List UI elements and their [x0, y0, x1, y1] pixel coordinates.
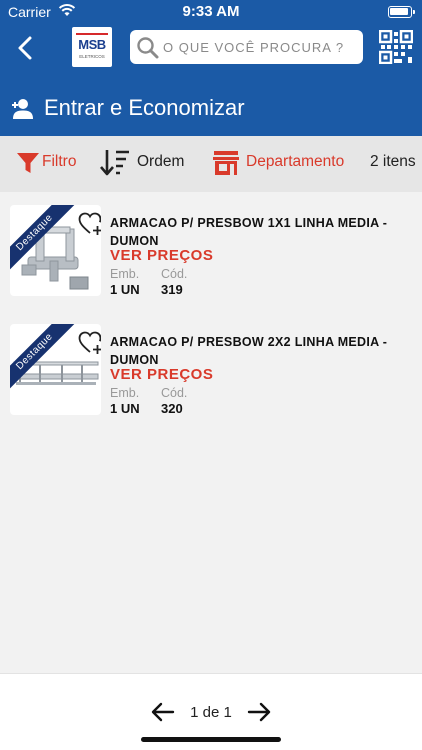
search-placeholder: O QUE VOCÊ PROCURA ? — [163, 40, 345, 55]
heart-plus-icon[interactable] — [78, 330, 101, 356]
product-name[interactable]: ARMACAO P/ PRESBOW 2X2 LINHA MEDIA - DUM… — [110, 333, 415, 369]
logo-stripe — [76, 33, 108, 35]
product-name[interactable]: ARMACAO P/ PRESBOW 1X1 LINHA MEDIA - DUM… — [110, 214, 415, 250]
filter-bar: Filtro Ordem Departamento 2 itens — [0, 136, 422, 192]
product-image[interactable]: Destaque — [10, 205, 101, 296]
qr-code-button[interactable] — [378, 29, 414, 65]
page-indicator: 1 de 1 — [190, 704, 232, 721]
pack-label: Emb. — [110, 386, 140, 400]
search-input[interactable]: O QUE VOCÊ PROCURA ? — [130, 30, 363, 64]
product-card[interactable]: Destaque ARMACAO P/ PRESBOW 1X1 LINHA ME… — [0, 205, 422, 305]
logo-text: MSB — [78, 37, 106, 52]
pack-value: 1 UN — [110, 401, 140, 416]
see-prices-link[interactable]: VER PREÇOS — [110, 247, 213, 264]
code-label: Cód. — [161, 386, 188, 400]
item-count: 2 itens — [370, 153, 416, 170]
filter-icon — [17, 153, 39, 173]
back-arrow-icon — [18, 36, 32, 60]
store-logo[interactable]: MSB ELETRICOS — [72, 27, 112, 67]
product-image[interactable]: Destaque — [10, 324, 101, 415]
order-label: Ordem — [137, 153, 185, 170]
see-prices-link[interactable]: VER PREÇOS — [110, 366, 213, 383]
battery-icon — [388, 6, 415, 18]
add-user-icon — [12, 99, 33, 119]
code-value: 320 — [161, 401, 183, 416]
pack-value: 1 UN — [110, 282, 140, 297]
sort-icon — [100, 150, 129, 176]
logo-subtext: ELETRICOS — [79, 54, 105, 59]
status-bar: Carrier 9:33 AM — [0, 0, 422, 24]
login-banner-label: Entrar e Economizar — [44, 95, 245, 120]
product-card[interactable]: Destaque ARMACAO P/ PRESBOW 2X2 LINHA ME… — [0, 324, 422, 424]
login-banner[interactable]: Entrar e Economizar — [0, 82, 422, 136]
code-label: Cód. — [161, 267, 188, 281]
back-button[interactable] — [14, 34, 38, 62]
code-value: 319 — [161, 282, 183, 297]
arrow-right-icon[interactable] — [246, 700, 272, 724]
order-button[interactable]: Ordem — [100, 136, 195, 192]
filter-button[interactable]: Filtro — [14, 136, 84, 192]
department-label: Departamento — [246, 153, 345, 170]
qr-code-icon — [378, 29, 414, 65]
filter-label: Filtro — [42, 153, 77, 170]
department-button[interactable]: Departamento — [212, 136, 357, 192]
clock: 9:33 AM — [182, 3, 240, 20]
store-icon — [213, 151, 239, 175]
home-indicator — [141, 737, 281, 742]
pack-label: Emb. — [110, 267, 140, 281]
heart-plus-icon[interactable] — [78, 211, 101, 237]
search-icon — [137, 37, 159, 59]
